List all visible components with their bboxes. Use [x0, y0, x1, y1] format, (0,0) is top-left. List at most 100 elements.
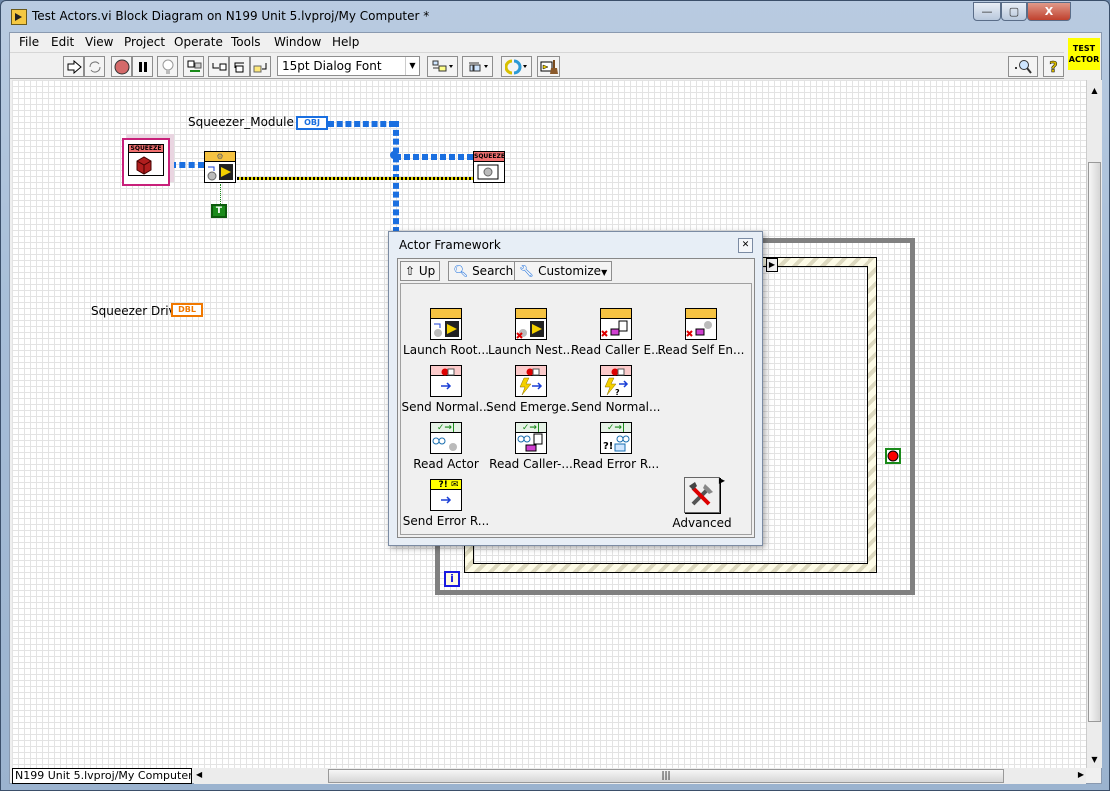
palette-grid: Launch Root... Launch Nest... Read Calle… [400, 283, 752, 535]
selector-increment-icon[interactable]: ▶ [766, 258, 778, 272]
step-over-icon[interactable] [229, 56, 250, 77]
vi-icon-line1: TEST [1072, 44, 1096, 53]
svg-text:?!: ?! [603, 441, 613, 452]
true-constant[interactable]: T [211, 204, 227, 218]
palette-item-launch-root[interactable]: Launch Root... [401, 308, 491, 357]
menu-help[interactable]: Help [332, 35, 359, 49]
palette-item-read-self-enqueuer[interactable]: Read Self En... [656, 308, 746, 357]
palette-title: Actor Framework [399, 238, 501, 252]
pause-icon[interactable] [132, 56, 153, 77]
toolbar: 15pt Dialog Font ▼ ? [10, 53, 1064, 79]
tools-icon: ▶ [684, 476, 725, 513]
search-icon[interactable] [1008, 56, 1038, 77]
scroll-left-icon[interactable]: ◀ [196, 770, 202, 779]
close-icon[interactable]: ✕ [738, 238, 753, 253]
font-dropdown[interactable]: 15pt Dialog Font ▼ [277, 56, 420, 76]
reorder-icon[interactable] [501, 56, 532, 77]
labview-app-icon [11, 9, 27, 25]
chevron-down-icon: ▼ [601, 268, 608, 277]
menu-operate[interactable]: Operate [174, 35, 223, 49]
arrow-up-icon: ⇧ [405, 264, 416, 278]
palette-item-read-caller-enqueuer[interactable]: Read Caller E... [571, 308, 663, 357]
obj-type-label: OBJ [304, 118, 320, 127]
scroll-up-icon[interactable]: ▲ [1087, 86, 1102, 95]
menu-window[interactable]: Window [274, 35, 321, 49]
class-wire[interactable] [328, 121, 395, 127]
dbl-type-label: DBL [178, 305, 196, 314]
abort-icon[interactable] [111, 56, 132, 77]
palette-item-label: Send Normal... [571, 400, 661, 414]
send-error-report-icon: ?! ✉ [430, 479, 462, 511]
class-wire[interactable] [170, 162, 204, 168]
search-button[interactable]: 🔍︎ Search [448, 261, 519, 281]
palette-item-label: Launch Nest... [487, 343, 575, 357]
highlight-execution-icon[interactable] [157, 56, 178, 77]
iteration-terminal: i [444, 571, 460, 587]
retain-wire-values-icon[interactable] [183, 56, 204, 77]
menu-edit[interactable]: Edit [51, 35, 74, 49]
search-button-label: Search [472, 264, 514, 278]
launch-root-actor-node[interactable]: ⚙ [204, 151, 236, 183]
vertical-scroll-thumb[interactable] [1088, 162, 1101, 722]
run-continuously-icon[interactable] [84, 56, 105, 77]
menu-tools[interactable]: Tools [231, 35, 261, 49]
horizontal-scrollbar[interactable]: ◀ ||| ▶ [194, 768, 1086, 784]
palette-item-send-emergency-stop[interactable]: Send Emerge... [486, 365, 578, 414]
customize-button[interactable]: 🔧︎ Customize▼ [514, 261, 613, 281]
close-button[interactable]: X [1027, 2, 1071, 21]
run-icon[interactable] [63, 56, 84, 77]
step-out-icon[interactable] [250, 56, 271, 77]
palette-item-launch-nested[interactable]: Launch Nest... [486, 308, 576, 357]
squeezer-drive-terminal[interactable]: DBL [171, 303, 203, 317]
read-actor-icon: ✓→| [430, 422, 462, 454]
scroll-right-icon[interactable]: ▶ [1078, 770, 1084, 779]
send-emergency-stop-icon [515, 365, 547, 397]
menu-project[interactable]: Project [124, 35, 165, 49]
step-into-icon[interactable] [208, 56, 229, 77]
read-caller-enqueuer-icon [600, 308, 632, 340]
palette-item-label: Send Normal... [401, 400, 491, 414]
vi-icon-line2: ACTOR [1068, 55, 1100, 64]
send-normal-or-emergency-stop-icon: ? [600, 365, 632, 397]
title-bar[interactable]: Test Actors.vi Block Diagram on N199 Uni… [1, 1, 1110, 33]
help-icon[interactable]: ? [1043, 56, 1064, 77]
read-caller-to-actor-icon: ✓→| [515, 422, 547, 454]
menu-bar: File Edit View Project Operate Tools Win… [10, 33, 1064, 53]
launch-root-actor-icon [430, 308, 462, 340]
palette-item-advanced[interactable]: ▶ Advanced [657, 476, 747, 530]
palette-item-read-caller-to-actor[interactable]: ✓→| Read Caller-... [486, 422, 576, 471]
palette-item-read-actor[interactable]: ✓→| Read Actor [401, 422, 491, 471]
menu-file[interactable]: File [19, 35, 39, 49]
squeezer-method-node[interactable]: SQUEEZE [473, 151, 505, 183]
horizontal-scroll-thumb[interactable]: ||| [328, 769, 1004, 783]
error-wire[interactable] [237, 177, 473, 180]
window-title: Test Actors.vi Block Diagram on N199 Uni… [32, 9, 430, 23]
scroll-down-icon[interactable]: ▼ [1087, 755, 1102, 764]
palette-item-send-normal-stop[interactable]: Send Normal... [401, 365, 491, 414]
minimize-button[interactable]: — [973, 2, 1001, 21]
squeezer-class-constant[interactable]: SQUEEZE [122, 138, 170, 186]
distribute-objects-icon[interactable] [462, 56, 493, 77]
maximize-button[interactable]: ▢ [1001, 2, 1027, 21]
palette-item-read-error-report[interactable]: ✓→|?! Read Error R... [571, 422, 661, 471]
stop-condition-terminal[interactable] [885, 448, 901, 464]
palette-item-label: Advanced [672, 516, 732, 530]
up-button[interactable]: ⇧ Up [400, 261, 441, 281]
clean-up-diagram-icon[interactable] [537, 56, 560, 77]
palette-item-label: Read Caller E... [571, 343, 663, 357]
actor-framework-palette[interactable]: Actor Framework ✕ ⇧ Up 🔍︎ Search 🔧︎ Cust… [388, 231, 763, 546]
boolean-wire[interactable] [220, 184, 221, 204]
up-button-label: Up [418, 264, 436, 278]
squeezer-method-label: SQUEEZE [474, 152, 505, 162]
menu-view[interactable]: View [85, 35, 113, 49]
vertical-scrollbar[interactable]: ▲ ▼ [1086, 80, 1102, 768]
palette-item-send-error-report[interactable]: ?! ✉ Send Error R... [401, 479, 491, 528]
vi-icon[interactable]: TEST ACTOR [1068, 38, 1100, 70]
palette-item-send-normal-or-emergency[interactable]: ? Send Normal... [571, 365, 661, 414]
class-wire[interactable] [395, 154, 473, 160]
squeezer-module-in-terminal[interactable]: OBJ [296, 116, 328, 130]
launch-nested-actor-icon [515, 308, 547, 340]
palette-item-label: Read Actor [413, 457, 479, 471]
gear-icon: ⚙ [205, 152, 235, 162]
align-objects-icon[interactable] [427, 56, 458, 77]
